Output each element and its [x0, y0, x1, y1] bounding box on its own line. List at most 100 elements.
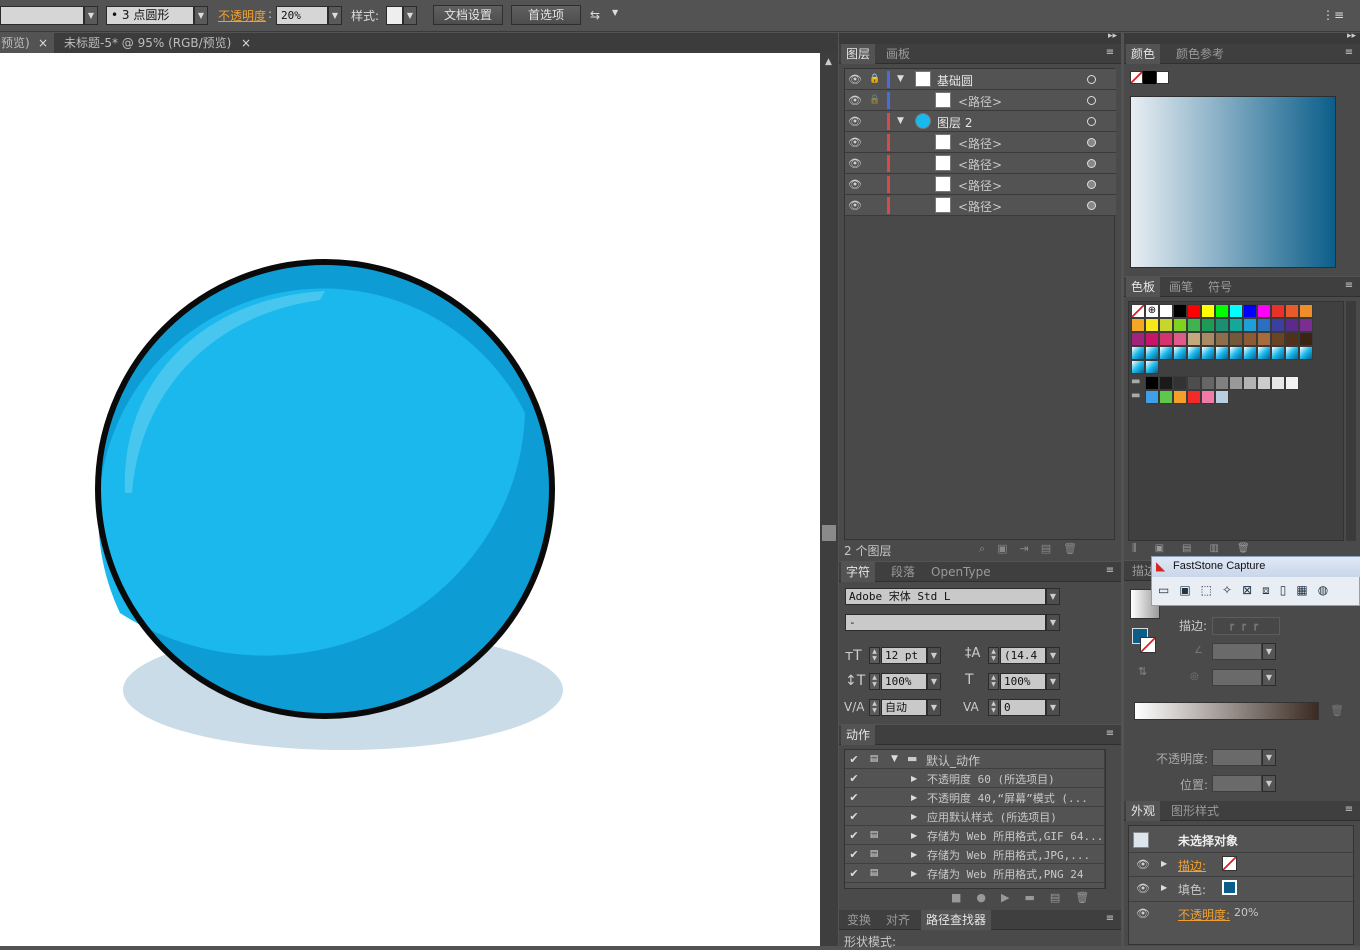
action-row[interactable]: ✔ ▶ 不透明度 60 (所选项目) [845, 769, 1104, 788]
tab-artboards[interactable]: 画板 [886, 44, 910, 64]
action-row[interactable]: ✔ ▤ ▶ 存储为 Web 所用格式,GIF 64... [845, 826, 1104, 845]
check-icon[interactable]: ✔ [845, 750, 863, 769]
action-row[interactable]: ✔ ▶ 不透明度 40,“屏幕”模式 (... [845, 788, 1104, 807]
chevron-down-icon[interactable]: ▼ [1262, 749, 1276, 766]
chevron-down-icon[interactable]: ▼ [328, 6, 342, 25]
registration-swatch[interactable]: ⊕ [1145, 304, 1159, 318]
stepper-icon[interactable]: ▲ ▼ [869, 673, 880, 690]
action-row[interactable]: ✔ ▶ 应用默认样式 (所选项目) [845, 807, 1104, 826]
dialog-toggle-icon[interactable]: ▤ [865, 750, 883, 769]
color-swatch[interactable] [1299, 332, 1313, 346]
color-swatch[interactable] [1173, 304, 1187, 318]
preferences-button[interactable]: 首选项 [511, 5, 581, 25]
color-swatch[interactable] [1215, 318, 1229, 332]
expand-triangle-icon[interactable]: ▼ [891, 754, 898, 764]
panel-menu-icon[interactable]: ≡ [1342, 46, 1356, 60]
opacity-link[interactable]: 不透明度: [1178, 906, 1230, 923]
arrange-documents-icon[interactable]: ⇆ [590, 8, 608, 22]
color-swatch[interactable] [1257, 318, 1271, 332]
color-swatch[interactable] [1243, 376, 1257, 390]
chevron-down-icon[interactable]: ▼ [403, 6, 417, 25]
expand-triangle-icon[interactable]: ▶ [911, 869, 917, 878]
check-icon[interactable]: ✔ [845, 769, 863, 788]
color-swatch[interactable] [1243, 318, 1257, 332]
gradient-swatch[interactable] [1215, 346, 1229, 360]
color-swatch[interactable] [1145, 390, 1159, 404]
color-swatch[interactable] [1187, 304, 1201, 318]
eye-icon[interactable]: 👁 [847, 111, 863, 132]
expand-triangle-icon[interactable]: ▼ [897, 74, 904, 84]
panel-menu-icon[interactable]: ≡ [1342, 279, 1356, 293]
none-swatch[interactable] [1131, 304, 1145, 318]
color-swatch[interactable] [1173, 332, 1187, 346]
gradient-swatch[interactable] [1229, 346, 1243, 360]
gradient-swatch[interactable] [1131, 346, 1145, 360]
chevron-down-icon[interactable]: ▼ [1046, 647, 1060, 664]
expand-triangle-icon[interactable]: ▶ [911, 812, 917, 821]
scroll-up-icon[interactable]: ▲ [825, 57, 832, 67]
action-row[interactable]: ✔ ▤ ▶ 存储为 Web 所用格式,JPG,... [845, 845, 1104, 864]
color-swatch[interactable] [1159, 332, 1173, 346]
canvas-vertical-scrollbar[interactable]: ▲ [820, 53, 838, 946]
color-swatch[interactable] [1215, 304, 1229, 318]
check-icon[interactable]: ✔ [845, 788, 863, 807]
color-swatch[interactable] [1243, 332, 1257, 346]
target-circle-icon[interactable] [1087, 201, 1096, 210]
color-swatch[interactable] [1187, 376, 1201, 390]
black-swatch[interactable] [1143, 71, 1156, 84]
eye-icon[interactable]: 👁 [1135, 903, 1151, 924]
stepper-icon[interactable]: ▲ ▼ [869, 699, 880, 716]
swatch-scrollbar[interactable] [1346, 301, 1356, 541]
actions-footer-icons[interactable]: ■●▶▬▤🗑 [951, 891, 1104, 904]
color-swatch[interactable] [1187, 390, 1201, 404]
color-swatch[interactable] [1159, 376, 1173, 390]
leading-input[interactable]: (14.4 [1000, 647, 1046, 664]
color-swatch[interactable] [1201, 390, 1215, 404]
chevron-down-icon[interactable]: ▼ [1262, 775, 1276, 792]
artboard-canvas[interactable] [0, 53, 820, 946]
opacity-input[interactable]: 20% [276, 6, 328, 25]
eye-icon[interactable]: 👁 [1135, 854, 1151, 875]
gradient-swatch[interactable] [1145, 360, 1159, 374]
gradient-swatch[interactable] [1271, 346, 1285, 360]
white-swatch[interactable] [1156, 71, 1169, 84]
gradient-swatch[interactable] [1299, 346, 1313, 360]
check-icon[interactable]: ✔ [845, 845, 863, 864]
tab-pathfinder[interactable]: 路径查找器 [921, 910, 992, 930]
color-swatch[interactable] [1173, 318, 1187, 332]
action-row[interactable]: ✔ ▤ ▶ 存储为 Web 所用格式,PNG 24 [845, 864, 1104, 883]
tracking-input[interactable]: 0 [1000, 699, 1046, 716]
expand-triangle-icon[interactable]: ▶ [1161, 859, 1167, 868]
color-swatch[interactable] [1229, 318, 1243, 332]
tab-character[interactable]: 字符 [841, 562, 876, 582]
tab-color[interactable]: 颜色 [1126, 44, 1161, 64]
color-swatch[interactable] [1215, 376, 1229, 390]
font-size-input[interactable]: 12 pt [881, 647, 927, 664]
faststone-titlebar[interactable]: ◣ FastStone Capture [1152, 557, 1360, 577]
tab-graphic-styles[interactable]: 图形样式 [1171, 801, 1219, 821]
color-swatch[interactable] [1215, 390, 1229, 404]
target-circle-icon[interactable] [1087, 117, 1096, 126]
color-swatch[interactable] [1215, 332, 1229, 346]
eye-icon[interactable]: 👁 [847, 174, 863, 195]
expand-triangle-icon[interactable]: ▶ [911, 793, 917, 802]
vertical-scale-input[interactable]: 100% [881, 673, 927, 690]
color-swatch[interactable] [1271, 304, 1285, 318]
eye-icon[interactable]: 👁 [1135, 878, 1151, 899]
gradient-swatch[interactable] [1257, 346, 1271, 360]
color-swatch[interactable] [1299, 318, 1313, 332]
tab-align[interactable]: 对齐 [886, 910, 910, 930]
horizontal-scale-input[interactable]: 100% [1000, 673, 1046, 690]
eye-icon[interactable]: 👁 [847, 132, 863, 153]
lock-icon[interactable]: 🔒 [867, 90, 883, 111]
stepper-icon[interactable]: ▲ ▼ [988, 699, 999, 716]
collapse-icon[interactable]: ▸▸ [1108, 31, 1117, 41]
color-swatch[interactable] [1257, 376, 1271, 390]
font-family-input[interactable]: Adobe 宋体 Std L [845, 588, 1046, 605]
panel-menu-icon[interactable]: ≡ [1103, 46, 1117, 60]
chevron-down-icon[interactable]: ▼ [927, 647, 941, 664]
scroll-thumb[interactable] [1105, 768, 1106, 794]
color-swatch[interactable] [1201, 318, 1215, 332]
chevron-down-icon[interactable]: ▼ [194, 6, 208, 25]
color-swatch[interactable] [1257, 304, 1271, 318]
